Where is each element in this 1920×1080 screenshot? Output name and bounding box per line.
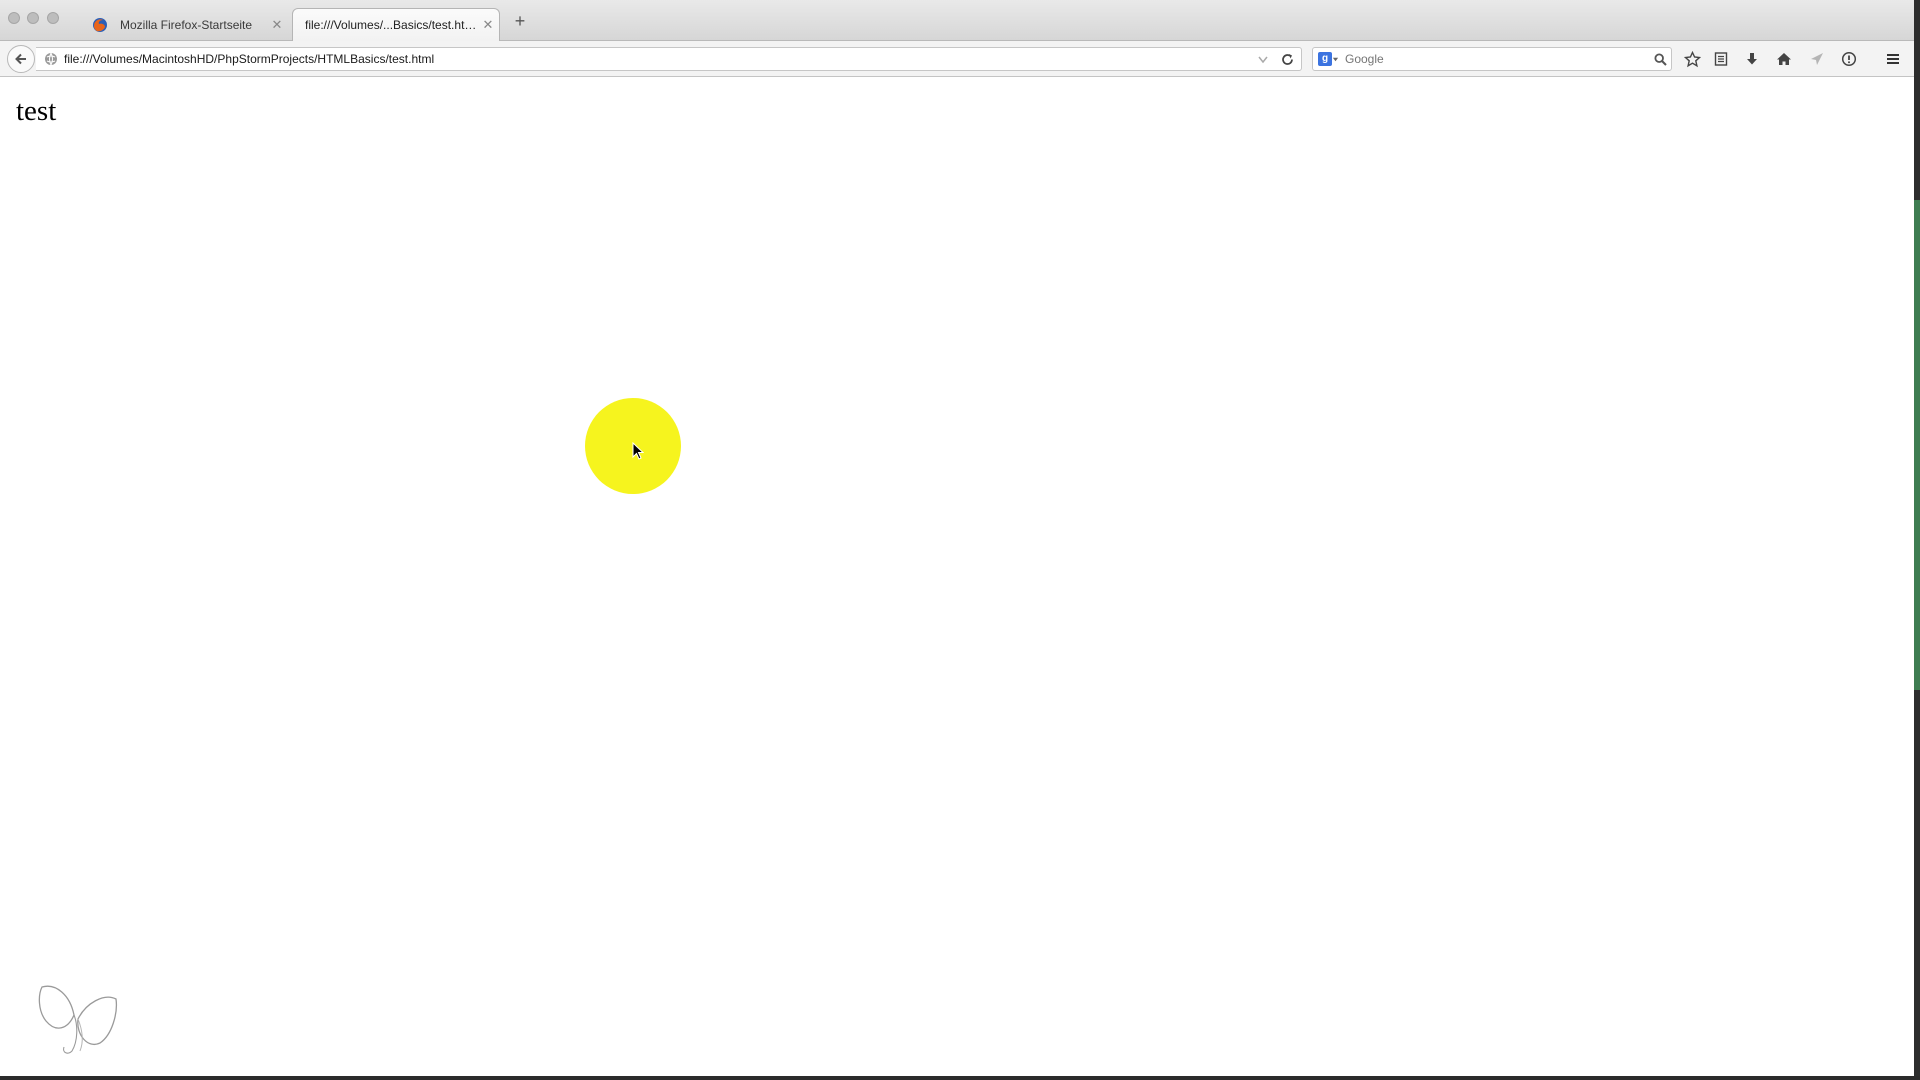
search-input[interactable] [1345, 52, 1649, 66]
globe-icon [45, 52, 57, 66]
window-minimize-button[interactable] [27, 12, 39, 24]
google-icon: g [1318, 52, 1332, 66]
home-icon[interactable] [1773, 48, 1795, 70]
browser-window: Mozilla Firefox-Startseite ✕ file:///Vol… [0, 0, 1914, 1076]
back-arrow-icon [15, 53, 26, 65]
page-content: test [0, 78, 1914, 1076]
url-dropdown-icon[interactable] [1253, 49, 1273, 69]
tab-title: file:///Volumes/...Basics/test.html [305, 18, 477, 32]
search-bar[interactable]: g [1312, 47, 1672, 71]
tab-firefox-startseite[interactable]: Mozilla Firefox-Startseite ✕ [80, 8, 288, 41]
url-bar[interactable]: file:///Volumes/MacintoshHD/PhpStormProj… [36, 47, 1302, 71]
search-icon[interactable] [1649, 48, 1671, 70]
tab-close-icon[interactable]: ✕ [477, 17, 499, 33]
tab-test-html[interactable]: file:///Volumes/...Basics/test.html ✕ [292, 8, 500, 41]
url-text[interactable]: file:///Volumes/MacintoshHD/PhpStormProj… [64, 52, 1253, 66]
info-icon[interactable] [1838, 48, 1860, 70]
menu-icon[interactable] [1882, 48, 1904, 70]
download-icon[interactable] [1741, 48, 1763, 70]
screen-edge-accent [1914, 200, 1920, 690]
tab-strip: Mozilla Firefox-Startseite ✕ file:///Vol… [0, 0, 1914, 41]
chevron-down-icon [1332, 57, 1339, 61]
reading-list-icon[interactable] [1710, 48, 1732, 70]
firefox-icon [93, 17, 107, 32]
search-engine-selector[interactable]: g [1318, 52, 1339, 66]
reload-icon[interactable] [1277, 49, 1297, 69]
window-zoom-button[interactable] [47, 12, 59, 24]
new-tab-button[interactable]: + [511, 12, 529, 30]
bookmark-star-icon[interactable] [1681, 48, 1703, 70]
tab-close-icon[interactable]: ✕ [266, 17, 288, 33]
screen-bottom-strip [0, 1076, 1920, 1080]
tab-title: Mozilla Firefox-Startseite [120, 17, 253, 32]
mouse-cursor-icon [632, 442, 644, 460]
navigation-bar: file:///Volumes/MacintoshHD/PhpStormProj… [0, 41, 1914, 77]
window-close-button[interactable] [8, 12, 20, 24]
butterfly-logo-icon [38, 985, 118, 1054]
back-button[interactable] [7, 45, 35, 73]
page-heading: test [16, 95, 57, 127]
send-icon[interactable] [1806, 48, 1828, 70]
